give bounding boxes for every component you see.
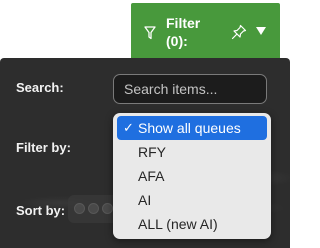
menu-item-all-new-ai[interactable]: ALL (new AI)	[117, 212, 267, 236]
sort-option-icon[interactable]	[88, 203, 99, 214]
menu-item-label: ALL (new AI)	[138, 216, 218, 232]
menu-item-label: Show all queues	[138, 120, 241, 136]
sort-by-label: Sort by:	[16, 203, 66, 218]
menu-item-label: AFA	[138, 168, 165, 184]
dropdown-caret-icon[interactable]	[255, 26, 267, 36]
checkmark-icon: ✓	[123, 120, 134, 135]
sort-option-icon[interactable]	[102, 203, 113, 214]
funnel-icon	[144, 26, 156, 40]
filter-tab-label: Filter (0):	[166, 15, 201, 49]
filter-by-label: Filter by:	[16, 140, 71, 155]
menu-item-show-all-queues[interactable]: ✓ Show all queues	[117, 116, 267, 140]
filter-dropdown-menu: ✓ Show all queues RFY AFA AI ALL (new AI…	[113, 113, 271, 239]
menu-item-afa[interactable]: AFA	[117, 164, 267, 188]
filter-tab[interactable]: Filter (0):	[131, 3, 280, 64]
sort-controls[interactable]	[68, 195, 118, 223]
menu-item-ai[interactable]: AI	[117, 188, 267, 212]
menu-item-rfy[interactable]: RFY	[117, 140, 267, 164]
menu-item-label: AI	[138, 192, 152, 208]
search-input[interactable]	[113, 74, 267, 104]
search-label: Search:	[16, 80, 64, 95]
sort-option-icon[interactable]	[74, 203, 85, 214]
pin-icon[interactable]	[231, 24, 247, 40]
menu-item-label: RFY	[138, 144, 166, 160]
screen: Filter (0): Search: Filter by: Sort by: …	[0, 0, 300, 248]
